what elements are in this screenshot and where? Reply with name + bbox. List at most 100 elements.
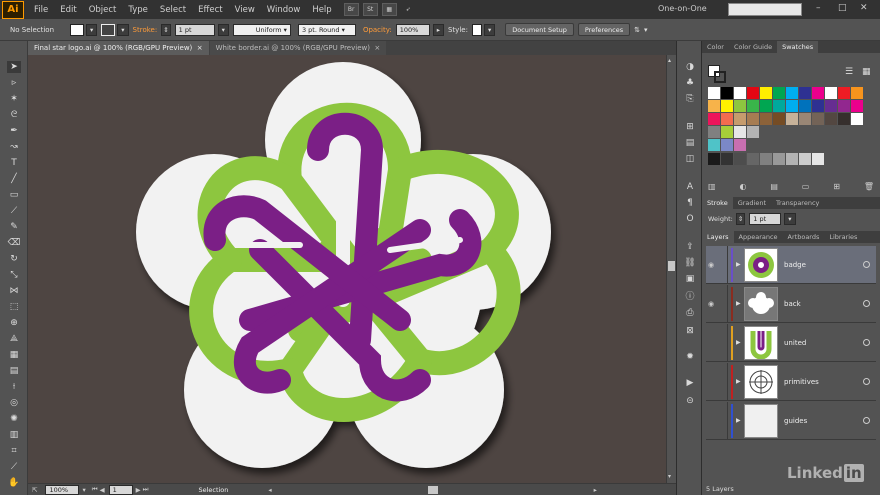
tab-swatches[interactable]: Swatches <box>777 41 819 53</box>
new-color-group-icon[interactable]: ▭ <box>802 182 810 191</box>
swatch[interactable] <box>851 87 863 99</box>
layer-row-badge[interactable]: ◉ ▶ badge <box>706 245 876 284</box>
swatch[interactable] <box>721 153 733 165</box>
stroke-indicator[interactable] <box>714 71 726 83</box>
gradient-tool-icon[interactable]: ▤ <box>7 365 21 377</box>
swatch[interactable] <box>786 113 798 125</box>
scroll-thumb[interactable] <box>668 261 675 271</box>
curvature-tool-icon[interactable]: ↝ <box>7 141 21 153</box>
thumbnail-view-icon[interactable]: ▦ <box>862 67 871 77</box>
menu-select[interactable]: Select <box>154 5 192 15</box>
image-trace-icon[interactable]: ▣ <box>684 273 696 285</box>
style-swatch[interactable] <box>471 23 482 36</box>
tab-transparency[interactable]: Transparency <box>771 197 824 209</box>
target-circle-icon[interactable] <box>863 261 870 268</box>
character-panel-icon[interactable]: A <box>684 181 696 193</box>
current-tool-status[interactable]: Selection <box>198 486 228 494</box>
swatch[interactable] <box>708 139 720 151</box>
expand-triangle-icon[interactable]: ▶ <box>736 417 744 424</box>
maximize-icon[interactable]: □ <box>838 3 847 13</box>
swatch-options-icon[interactable]: ▤ <box>770 182 778 191</box>
layer-name[interactable]: primitives <box>784 378 844 386</box>
tab-artboards[interactable]: Artboards <box>783 231 825 243</box>
fill-dropdown[interactable]: ▾ <box>86 23 98 36</box>
bridge-button[interactable]: Br <box>343 3 359 16</box>
tab-final-star-logo[interactable]: Final star logo.ai @ 100% (RGB/GPU Previ… <box>28 41 209 55</box>
swatch[interactable] <box>838 113 850 125</box>
width-tool-icon[interactable]: ⋈ <box>7 285 21 297</box>
paragraph-panel-icon[interactable]: ¶ <box>684 197 696 209</box>
arrange-documents-icon[interactable]: ▦ <box>381 3 397 16</box>
brush-definition[interactable]: 3 pt. Round ▾ <box>297 23 356 36</box>
lock-toggle[interactable] <box>716 401 728 440</box>
document-info-icon[interactable]: ⎙ <box>684 307 696 319</box>
preferences-button[interactable]: Preferences <box>577 23 631 36</box>
lock-toggle[interactable] <box>716 284 728 323</box>
target-circle-icon[interactable] <box>863 339 870 346</box>
menu-effect[interactable]: Effect <box>192 5 228 15</box>
tab-libraries[interactable]: Libraries <box>824 231 862 243</box>
swatch[interactable] <box>825 100 837 112</box>
zoom-dropdown-icon[interactable]: ▾ <box>82 486 85 494</box>
attributes-panel-icon[interactable]: ⊠ <box>684 325 696 337</box>
links-icon[interactable]: ⊝ <box>684 395 696 407</box>
stroke-stepper[interactable]: ⇕ <box>161 23 171 36</box>
swatch[interactable] <box>773 100 785 112</box>
swatch[interactable] <box>773 153 785 165</box>
menu-window[interactable]: Window <box>261 5 307 15</box>
scroll-down-icon[interactable]: ▾ <box>668 473 671 480</box>
type-tool-icon[interactable]: T <box>7 157 21 169</box>
symbol-sprayer-tool-icon[interactable]: ✺ <box>7 413 21 425</box>
pathfinder-panel-icon[interactable]: ◫ <box>684 153 696 165</box>
appearance-icon[interactable]: ✹ <box>684 351 696 363</box>
tab-close-icon[interactable]: × <box>374 44 380 52</box>
expand-triangle-icon[interactable]: ▶ <box>736 378 744 385</box>
swatch[interactable] <box>747 126 759 138</box>
opacity-label[interactable]: Opacity: <box>363 26 392 34</box>
artboard-nav-icon[interactable]: ⇱ <box>32 486 37 494</box>
hscroll-left-icon[interactable]: ◂ <box>268 486 271 494</box>
swatch[interactable] <box>708 100 720 112</box>
line-tool-icon[interactable]: ╱ <box>7 173 21 185</box>
shaper-tool-icon[interactable]: ✎ <box>7 221 21 233</box>
target-circle-icon[interactable] <box>863 417 870 424</box>
lock-toggle[interactable] <box>716 323 728 362</box>
vertical-scrollbar[interactable]: ▴ ▾ <box>666 55 676 483</box>
weight-dropdown[interactable]: ▾ <box>784 213 796 225</box>
swatch[interactable] <box>851 100 863 112</box>
target-circle-icon[interactable] <box>863 378 870 385</box>
swatch[interactable] <box>773 87 785 99</box>
selection-tool-icon[interactable]: ➤ <box>7 61 21 73</box>
star-logo-artwork[interactable] <box>28 55 666 483</box>
swatch[interactable] <box>721 113 733 125</box>
menu-file[interactable]: File <box>28 5 54 15</box>
magic-wand-tool-icon[interactable]: ✶ <box>7 93 21 105</box>
expand-triangle-icon[interactable]: ▶ <box>736 261 744 268</box>
swatch[interactable] <box>734 126 746 138</box>
asset-export-icon[interactable]: ⇪ <box>684 241 696 253</box>
minimize-icon[interactable]: – <box>816 3 821 13</box>
delete-swatch-icon[interactable]: 🗑 <box>864 182 874 191</box>
opentype-panel-icon[interactable]: O <box>684 213 696 225</box>
rectangle-tool-icon[interactable]: ▭ <box>7 189 21 201</box>
expand-triangle-icon[interactable]: ▶ <box>736 339 744 346</box>
layer-row-guides[interactable]: ▶ guides <box>706 401 876 440</box>
tab-stroke[interactable]: Stroke <box>702 197 733 209</box>
actions-panel-icon[interactable]: ▶ <box>684 377 696 389</box>
lock-toggle[interactable] <box>716 245 728 284</box>
tab-close-icon[interactable]: × <box>197 44 203 52</box>
weight-stepper[interactable]: ⇕ <box>735 213 746 225</box>
horizontal-scroll-thumb[interactable] <box>427 485 438 494</box>
transform-panel-icon[interactable]: ⊞ <box>684 121 696 133</box>
perspective-grid-tool-icon[interactable]: ⟁ <box>7 333 21 345</box>
swatch[interactable] <box>786 153 798 165</box>
menu-object[interactable]: Object <box>83 5 123 15</box>
swatch[interactable] <box>760 100 772 112</box>
artboard-tool-icon[interactable]: ⌗ <box>7 445 21 457</box>
swatch-libraries-icon[interactable]: ▥ <box>708 182 716 191</box>
swatch-group-colors[interactable] <box>708 139 868 152</box>
swatch[interactable] <box>734 87 746 99</box>
layer-name[interactable]: back <box>784 300 844 308</box>
swatch[interactable] <box>838 100 850 112</box>
swatch[interactable] <box>799 153 811 165</box>
